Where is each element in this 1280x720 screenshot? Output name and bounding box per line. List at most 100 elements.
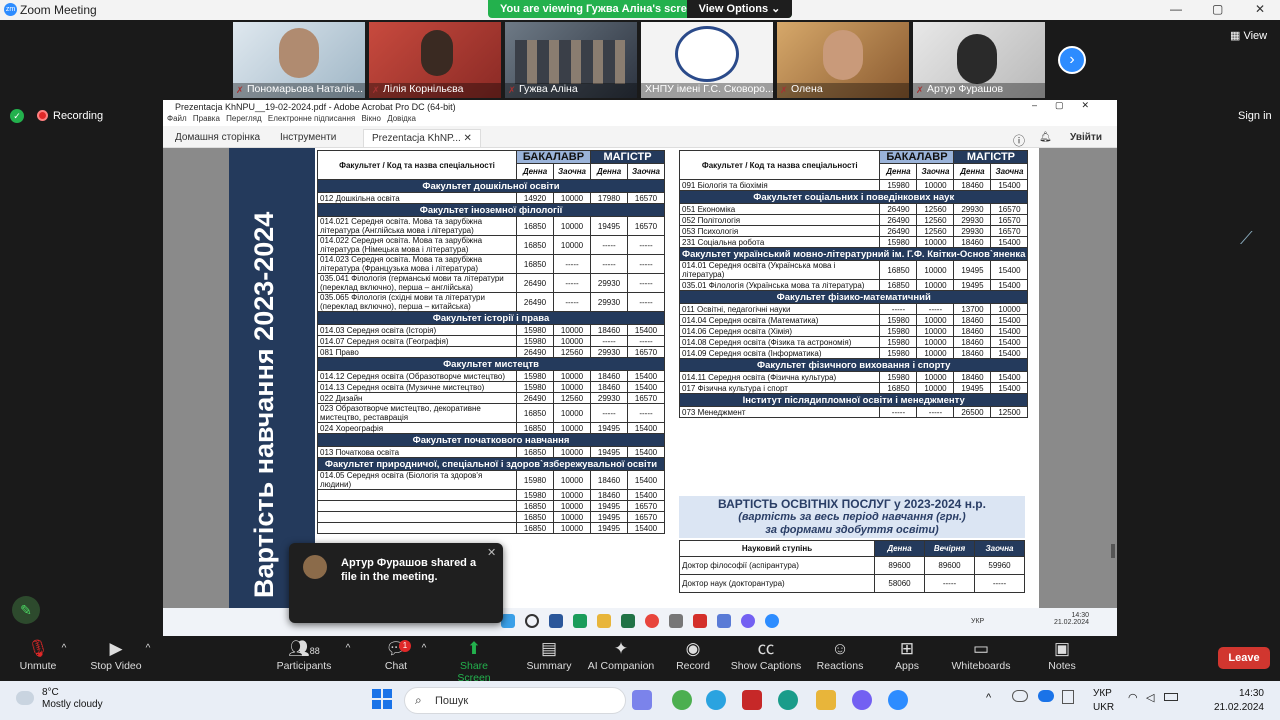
record-label: Record bbox=[676, 660, 710, 672]
antivirus-icon[interactable] bbox=[742, 690, 762, 710]
chat-label: Chat bbox=[384, 660, 408, 672]
fee-cell: 18460 bbox=[953, 236, 992, 248]
close-icon[interactable]: ✕ bbox=[1255, 2, 1265, 16]
captions-button[interactable]: ㏄ Show Captions bbox=[730, 636, 802, 681]
fees-table-right: Факультет / Код та назва спеціальності БА… bbox=[678, 150, 1029, 418]
telegram-icon[interactable] bbox=[706, 690, 726, 710]
participant-tile[interactable]: ✗ Артур Фурашов bbox=[913, 22, 1045, 98]
fee-cell: 15400 bbox=[627, 422, 665, 434]
windows-icon bbox=[501, 614, 515, 628]
fee-cell: 18460 bbox=[590, 489, 628, 501]
stop-video-button[interactable]: ▶︎ Stop Video bbox=[88, 636, 144, 681]
ai-companion-button[interactable]: ✦ AI Companion bbox=[586, 636, 656, 681]
participants-chevron[interactable]: ^ bbox=[342, 636, 354, 681]
side-app-icon[interactable]: ⟋ bbox=[1240, 228, 1260, 252]
table-row: 014.07 Середня освіта (Географія) 15980 10… bbox=[317, 335, 665, 347]
participant-tile[interactable]: ✗ Олена bbox=[777, 22, 909, 98]
video-chevron[interactable]: ^ bbox=[142, 636, 154, 681]
notes-button[interactable]: ▣ Notes bbox=[1044, 636, 1080, 681]
weather-widget[interactable]: 8°C Mostly cloudy bbox=[16, 687, 103, 711]
tab-document[interactable]: Prezentacja KhNP... ✕ bbox=[363, 129, 481, 147]
participants-label: Participants bbox=[276, 660, 332, 672]
acrobat-window-controls[interactable]: –▢✕ bbox=[1032, 100, 1107, 111]
menu-window[interactable]: Вікно bbox=[361, 114, 380, 123]
acrobat-tabs: Домашня сторінка Інструменти Prezentacja… bbox=[163, 126, 1117, 148]
leave-button[interactable]: Leave bbox=[1218, 647, 1270, 669]
clock[interactable]: 14:30 21.02.2024 bbox=[1214, 687, 1264, 715]
fee-cell: 18460 bbox=[590, 470, 628, 490]
menu-view[interactable]: Перегляд bbox=[226, 114, 262, 123]
table-row: 15980 10000 18460 15400 bbox=[317, 489, 665, 501]
faculty-heading: Факультет фізико-математичний bbox=[678, 290, 1029, 304]
menu-edit[interactable]: Правка bbox=[193, 114, 220, 123]
file-shared-toast[interactable]: Артур Фурашов shared a file in the meeti… bbox=[289, 543, 503, 623]
participant-tile[interactable]: ✗ Гужва Аліна bbox=[505, 22, 637, 98]
usb-icon[interactable] bbox=[1062, 690, 1074, 704]
acrobat-sign-in[interactable]: Увійти bbox=[1070, 132, 1102, 143]
help-icon[interactable]: ⓘ bbox=[1013, 132, 1025, 149]
fee-cell: 29930 bbox=[590, 392, 628, 404]
specialty-name: 013 Початкова освіта bbox=[317, 446, 517, 458]
bell-icon[interactable]: 🔔︎ bbox=[1039, 132, 1052, 143]
zoom-icon bbox=[765, 614, 779, 628]
reactions-button[interactable]: ☺ Reactions bbox=[814, 636, 866, 681]
menu-sign[interactable]: Електронне підписання bbox=[268, 114, 355, 123]
specialty-name: 014.03 Середня освіта (Історія) bbox=[317, 324, 517, 336]
annotate-pen-icon[interactable]: ✎ bbox=[12, 596, 40, 624]
close-icon[interactable]: ✕ bbox=[487, 546, 496, 559]
edge-icon[interactable] bbox=[778, 690, 798, 710]
audio-chevron[interactable]: ^ bbox=[58, 636, 70, 681]
fee-cell: 18460 bbox=[953, 347, 992, 359]
battery-icon[interactable] bbox=[1164, 693, 1178, 701]
zoom-icon[interactable] bbox=[888, 690, 908, 710]
faculty-section-row: Факультет соціальних і поведінкових наук bbox=[678, 190, 1029, 204]
edge-icon bbox=[573, 614, 587, 628]
acrobat-menubar: Файл Правка Перегляд Електронне підписан… bbox=[163, 114, 1117, 126]
participants-button[interactable]: 👥︎88 Participants bbox=[274, 636, 334, 681]
folder-icon[interactable] bbox=[816, 690, 836, 710]
share-screen-button[interactable]: ⬆︎ Share Screen bbox=[442, 636, 506, 684]
specialty-name: 011 Освітні, педагогічні науки bbox=[678, 303, 881, 315]
tab-tools[interactable]: Інструменти bbox=[280, 132, 336, 143]
notes-label: Notes bbox=[1048, 660, 1076, 672]
view-options-button[interactable]: View Options ⌄ bbox=[687, 0, 792, 18]
viber-icon[interactable] bbox=[852, 690, 872, 710]
record-button[interactable]: ◉ Record bbox=[672, 636, 714, 681]
whiteboards-button[interactable]: ▭ Whiteboards bbox=[948, 636, 1014, 681]
participant-tile[interactable]: ХНПУ імені Г.С. Сковоро... bbox=[641, 22, 773, 98]
menu-help[interactable]: Довідка bbox=[387, 114, 416, 123]
fee-cell: 15400 bbox=[627, 446, 665, 458]
next-participants-button[interactable]: › bbox=[1058, 46, 1086, 74]
tab-home[interactable]: Домашня сторінка bbox=[175, 132, 260, 143]
scrollbar-thumb[interactable] bbox=[1111, 544, 1115, 558]
fee-cell: 10000 bbox=[990, 303, 1029, 315]
sign-in-link[interactable]: Sign in bbox=[1238, 110, 1272, 122]
chrome-icon[interactable] bbox=[672, 690, 692, 710]
unmute-button[interactable]: 🎙︎ Unmute bbox=[14, 636, 62, 681]
menu-file[interactable]: Файл bbox=[167, 114, 187, 123]
windows-start-icon[interactable] bbox=[372, 689, 392, 709]
chat-chevron[interactable]: ^ bbox=[418, 636, 430, 681]
apps-button[interactable]: ⊞ Apps bbox=[890, 636, 924, 681]
cloud-icon[interactable] bbox=[1012, 690, 1028, 702]
participant-tile[interactable]: ✗ Пономарьова Наталія... bbox=[233, 22, 365, 98]
teams-icon[interactable] bbox=[632, 690, 652, 710]
maximize-icon[interactable]: ▢ bbox=[1212, 2, 1223, 16]
view-button[interactable]: ▦ View bbox=[1230, 29, 1267, 42]
fee-cell: 15400 bbox=[990, 325, 1029, 337]
recording-indicator[interactable]: Recording bbox=[37, 110, 103, 122]
minimize-icon[interactable]: — bbox=[1170, 2, 1182, 16]
onedrive-icon[interactable] bbox=[1038, 690, 1054, 702]
chevron-up-icon[interactable]: ^ bbox=[986, 692, 991, 704]
shield-icon[interactable]: ✓ bbox=[10, 109, 24, 123]
taskbar-search[interactable]: ⌕ Пошук bbox=[404, 687, 626, 714]
language-indicator[interactable]: УКР UKR bbox=[1093, 687, 1114, 715]
speaker-icon[interactable]: ◁ bbox=[1146, 691, 1154, 704]
table-row: 035.041 Філологія (германські мови та лі… bbox=[317, 273, 665, 293]
participant-tile[interactable]: ✗ Лілія Корнільєва bbox=[369, 22, 501, 98]
fee-cell: 16850 bbox=[516, 522, 554, 534]
pdf-viewport[interactable]: Вартість навчання 2023-2024 Факультет / … bbox=[163, 148, 1117, 608]
specialty-name: 014.023 Середня освіта. Мова та зарубіжн… bbox=[317, 254, 517, 274]
wifi-icon[interactable]: ◠ bbox=[1128, 691, 1138, 704]
summary-button[interactable]: ▤ Summary bbox=[522, 636, 576, 681]
